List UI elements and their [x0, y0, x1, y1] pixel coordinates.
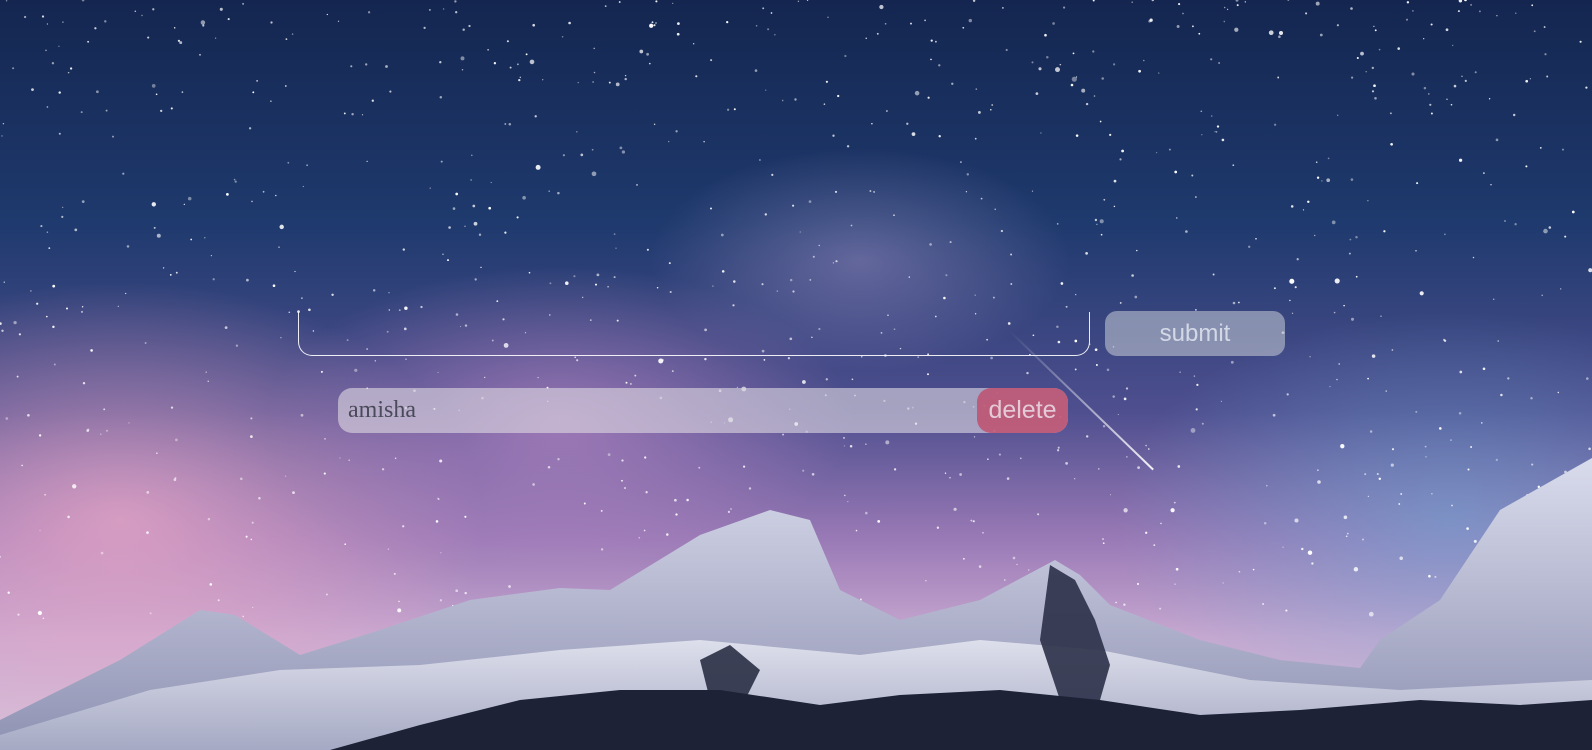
delete-button[interactable]: delete: [977, 388, 1068, 433]
todo-item-text: amisha: [348, 397, 416, 423]
task-input[interactable]: [298, 312, 1090, 356]
mountain-silhouette: [0, 458, 1592, 750]
night-sky-background: [0, 0, 1592, 750]
submit-button[interactable]: submit: [1105, 311, 1285, 356]
todo-item: amisha delete: [338, 388, 1068, 433]
